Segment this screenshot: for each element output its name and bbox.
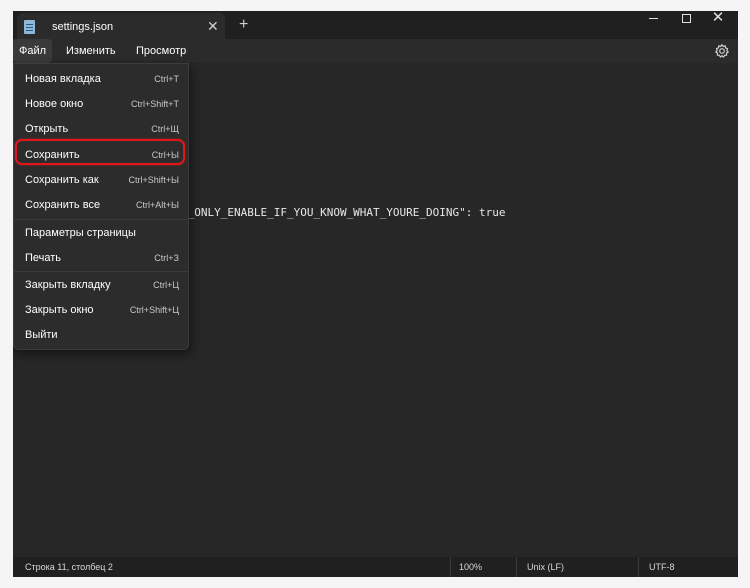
notepad-window: settings.json ✕ + ✕ Файл Изменить Просмо… — [13, 11, 738, 577]
menu-edit[interactable]: Изменить — [60, 39, 122, 63]
file-icon — [24, 20, 35, 34]
gear-icon[interactable] — [714, 43, 730, 59]
minimize-button[interactable] — [637, 11, 671, 41]
line-endings[interactable]: Unix (LF) — [527, 562, 564, 572]
tab-close-icon[interactable]: ✕ — [207, 18, 219, 34]
menu-item-label: Сохранить как — [25, 174, 99, 186]
menu-item-label: Новая вкладка — [25, 73, 101, 85]
status-divider — [450, 557, 451, 577]
menu-item-shortcut: Ctrl+Shift+Ы — [128, 175, 179, 185]
menu-item-label: Выйти — [25, 329, 58, 341]
menu-divider — [14, 219, 188, 220]
menu-item-close-tab[interactable]: Закрыть вкладку Ctrl+Ц — [14, 273, 188, 297]
tab-title: settings.json — [52, 21, 114, 33]
title-bar: settings.json ✕ + ✕ — [13, 11, 738, 41]
menu-item-shortcut: Ctrl+Ц — [153, 280, 179, 290]
code-line: S_ONLY_ENABLE_IF_YOU_KNOW_WHAT_YOURE_DOI… — [181, 206, 506, 219]
menu-item-shortcut: Ctrl+T — [154, 74, 179, 84]
menu-item-new-window[interactable]: Новое окно Ctrl+Shift+T — [14, 92, 188, 116]
close-window-button[interactable]: ✕ — [701, 11, 735, 41]
save-highlight-outline — [15, 139, 185, 165]
menu-item-shortcut: Ctrl+Щ — [151, 124, 179, 134]
menu-item-shortcut: Ctrl+З — [154, 253, 179, 263]
menu-item-label: Печать — [25, 252, 62, 264]
menu-view[interactable]: Просмотр — [130, 39, 192, 63]
maximize-button[interactable] — [670, 11, 704, 41]
cursor-position: Строка 11, столбец 2 — [25, 562, 113, 572]
menu-file[interactable]: Файл — [13, 39, 53, 63]
menu-item-save-as[interactable]: Сохранить как Ctrl+Shift+Ы — [14, 168, 188, 192]
menu-item-label: Закрыть вкладку — [25, 279, 111, 291]
menu-item-shortcut: Ctrl+Shift+T — [130, 99, 179, 109]
status-bar: Строка 11, столбец 2 100% Unix (LF) UTF-… — [13, 557, 738, 577]
menu-item-label: Новое окно — [25, 98, 84, 110]
menu-item-shortcut: Ctrl+Shift+Ц — [129, 305, 179, 315]
status-divider — [516, 557, 517, 577]
encoding[interactable]: UTF-8 — [649, 562, 675, 572]
file-menu-dropdown: Новая вкладка Ctrl+T Новое окно Ctrl+Shi… — [13, 63, 189, 350]
menu-item-save-all[interactable]: Сохранить все Ctrl+Alt+Ы — [14, 193, 188, 217]
tab-settings-json[interactable]: settings.json ✕ — [17, 13, 225, 41]
menu-item-label: Сохранить все — [25, 199, 101, 211]
menu-item-label: Открыть — [25, 123, 69, 135]
status-divider — [638, 557, 639, 577]
menu-item-print[interactable]: Печать Ctrl+З — [14, 246, 188, 270]
menu-item-new-tab[interactable]: Новая вкладка Ctrl+T — [14, 67, 188, 91]
menu-item-shortcut: Ctrl+Alt+Ы — [136, 200, 179, 210]
menu-item-close-window[interactable]: Закрыть окно Ctrl+Shift+Ц — [14, 298, 188, 322]
menu-bar: Файл Изменить Просмотр — [13, 39, 738, 63]
new-tab-button[interactable]: + — [239, 15, 248, 35]
menu-item-open[interactable]: Открыть Ctrl+Щ — [14, 117, 188, 141]
menu-divider — [14, 271, 188, 272]
menu-item-label: Закрыть окно — [25, 304, 94, 316]
menu-item-page-setup[interactable]: Параметры страницы — [14, 221, 188, 245]
menu-item-exit[interactable]: Выйти — [14, 323, 188, 347]
zoom-level[interactable]: 100% — [459, 562, 482, 572]
menu-item-label: Параметры страницы — [25, 227, 136, 239]
